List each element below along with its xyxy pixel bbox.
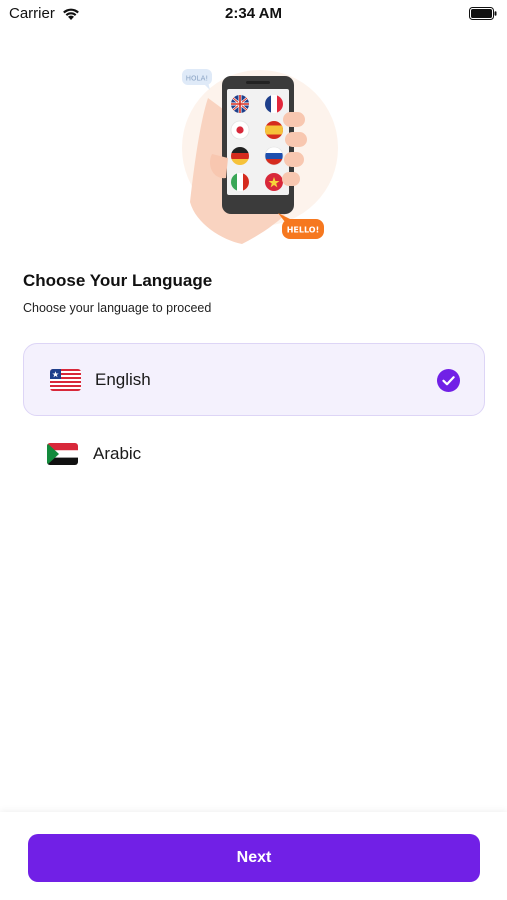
battery-icon <box>469 7 497 20</box>
check-circle-icon <box>437 369 460 392</box>
language-label-english: English <box>95 370 151 389</box>
germany-flag-icon <box>231 147 249 165</box>
language-label-arabic: Arabic <box>93 444 142 463</box>
vietnam-flag-icon <box>265 173 283 191</box>
italy-flag-icon <box>231 173 249 191</box>
next-button[interactable]: Next <box>28 834 480 882</box>
language-option-english[interactable]: English <box>23 343 485 416</box>
uk-flag-icon <box>231 95 249 113</box>
status-bar: Carrier 2:34 AM <box>0 0 507 28</box>
bottom-action-bar: Next <box>0 812 507 900</box>
status-time: 2:34 AM <box>225 5 282 22</box>
russia-flag-icon <box>264 146 284 166</box>
spain-flag-icon <box>265 121 283 139</box>
hand-holding-phone-illustration: HOLA! HELLO! <box>182 69 338 244</box>
hello-speech-bubble: HELLO! <box>278 213 324 239</box>
france-flag-icon <box>265 95 283 113</box>
page-title: Choose Your Language <box>23 271 213 290</box>
japan-flag-icon <box>230 120 250 140</box>
hola-speech-bubble: HOLA! <box>182 69 212 90</box>
liberia-flag-icon <box>50 369 81 391</box>
language-selection-screen: Carrier 2:34 AM HOLA! HELLO! Choose Your… <box>0 0 507 900</box>
language-option-arabic[interactable]: Arabic <box>23 418 485 491</box>
page-subtitle: Choose your language to proceed <box>23 301 212 315</box>
hello-text: HELLO! <box>287 226 320 235</box>
sudan-flag-icon <box>47 443 78 465</box>
hola-text: HOLA! <box>186 75 208 83</box>
